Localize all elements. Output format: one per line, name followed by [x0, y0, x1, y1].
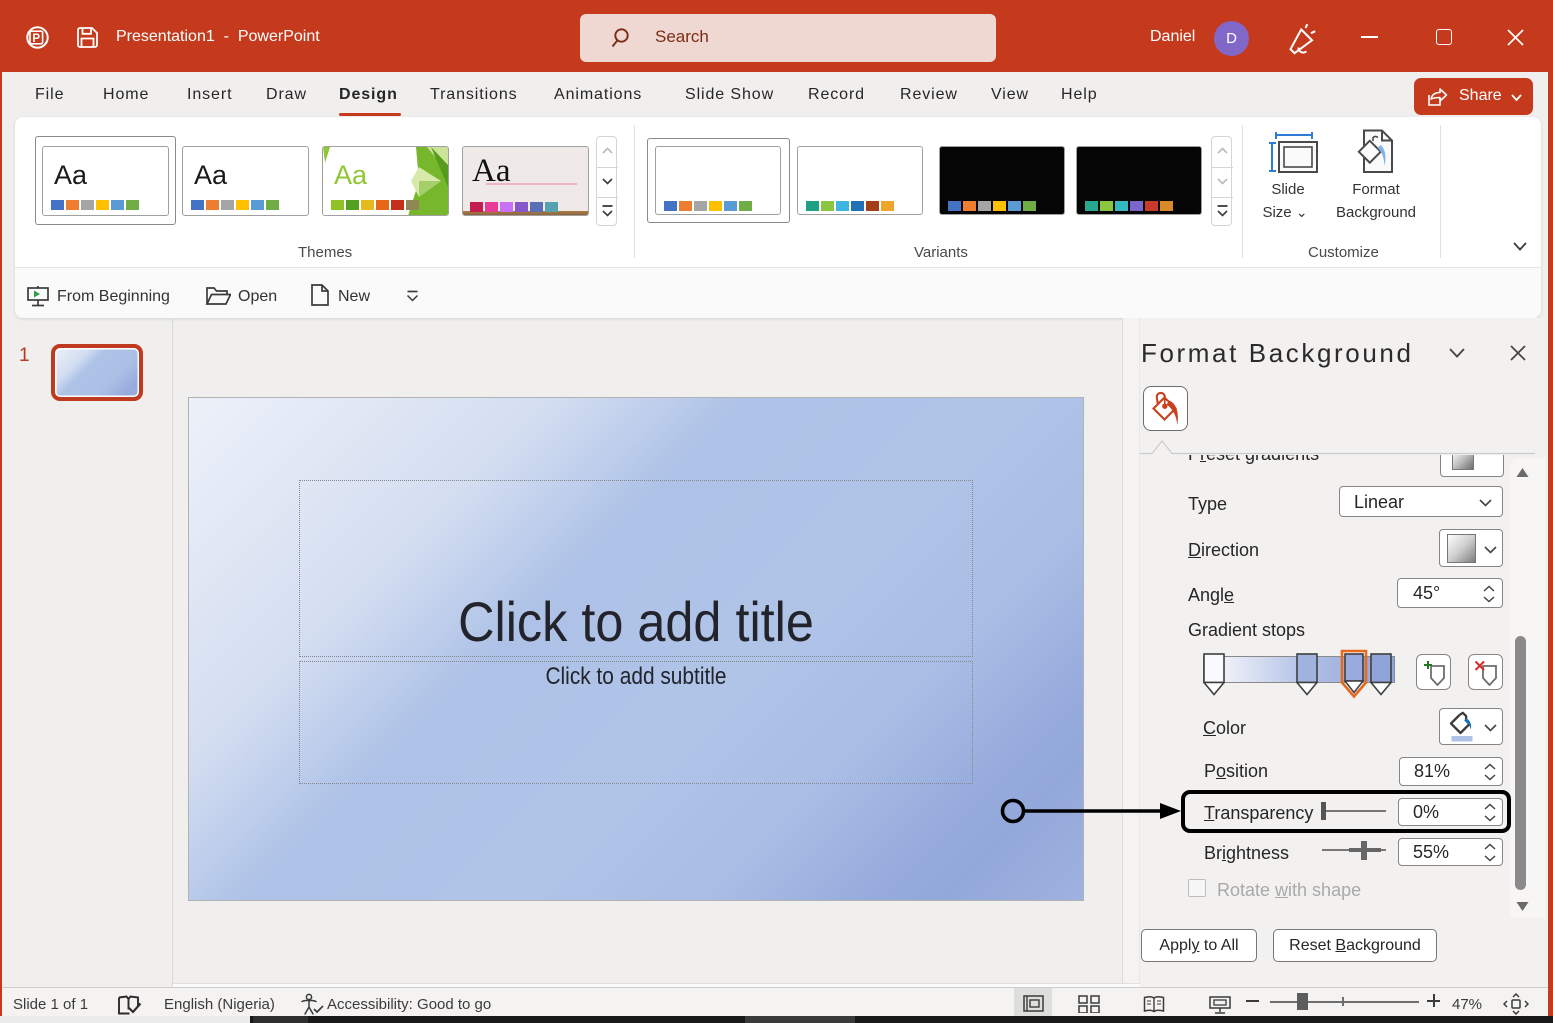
svg-text:P: P — [32, 33, 40, 45]
